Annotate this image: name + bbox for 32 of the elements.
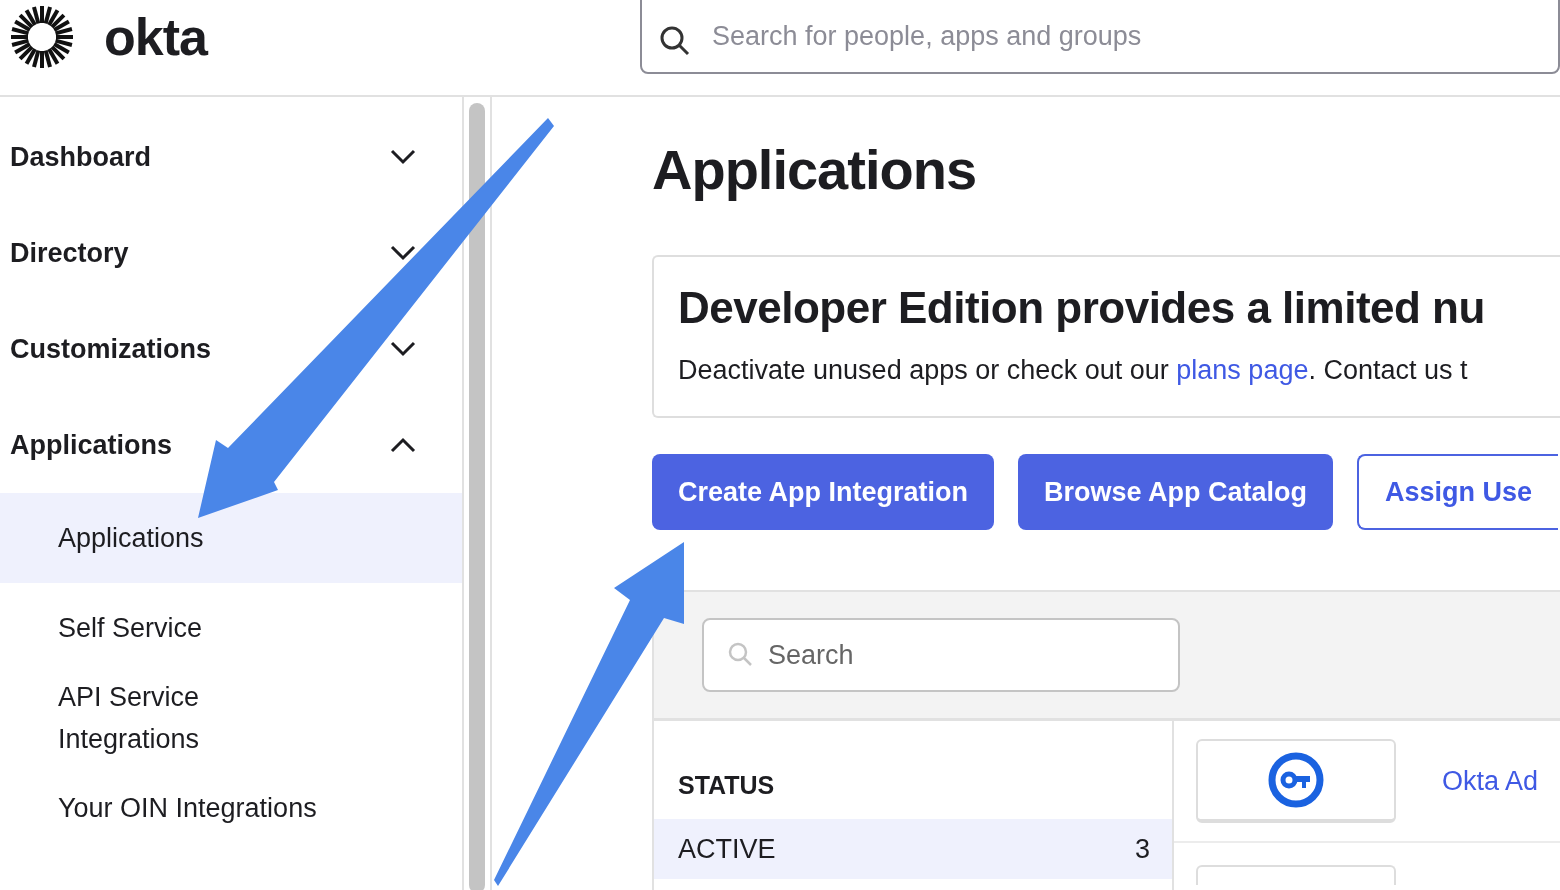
- sidebar-item[interactable]: Customizations: [0, 301, 462, 397]
- action-button[interactable]: Browse App Catalog: [1018, 454, 1334, 530]
- status-filter-option[interactable]: ACTIVE 3: [654, 819, 1172, 879]
- notice-heading: Developer Edition provides a limited nu: [678, 283, 1486, 333]
- app-logo-tile[interactable]: [1196, 739, 1396, 823]
- app-name-link[interactable]: Okta Ad: [1442, 765, 1539, 797]
- global-search-field[interactable]: Search for people, apps and groups: [640, 0, 1560, 74]
- sidebar-item[interactable]: Applications: [0, 397, 462, 493]
- search-field[interactable]: Search: [702, 618, 1180, 692]
- chevron-icon: [390, 437, 416, 453]
- sidebar-subitem[interactable]: API Service Integrations: [0, 673, 328, 763]
- plans-link[interactable]: plans page: [1176, 355, 1309, 385]
- sidebar-subitem[interactable]: Applications: [0, 493, 462, 583]
- status-heading: STATUS: [677, 771, 776, 801]
- scrollbar-thumb[interactable]: [469, 103, 485, 890]
- notice-text: Deactivate unused apps or check out our plans page. Contact us t: [678, 355, 1469, 386]
- app-logo-tile[interactable]: [1196, 865, 1396, 885]
- sidebar-item[interactable]: Directory: [0, 205, 462, 301]
- page-title: Applications: [652, 137, 978, 203]
- sidebar-item[interactable]: Dashboard: [0, 109, 462, 205]
- action-button[interactable]: Assign Use: [1357, 454, 1559, 530]
- logo-wordmark: okta: [104, 7, 207, 67]
- search-icon: [728, 642, 754, 668]
- search-icon: [660, 26, 690, 56]
- action-button[interactable]: Create App Integration: [652, 454, 995, 530]
- sidebar-subitem[interactable]: Self Service: [0, 583, 328, 673]
- chevron-icon: [390, 149, 416, 165]
- chevron-icon: [390, 341, 416, 357]
- key-icon: [1268, 752, 1324, 808]
- logo-icon: [8, 4, 76, 70]
- chevron-icon: [390, 245, 416, 261]
- sidebar-subitem[interactable]: Your OIN Integrations: [0, 763, 328, 853]
